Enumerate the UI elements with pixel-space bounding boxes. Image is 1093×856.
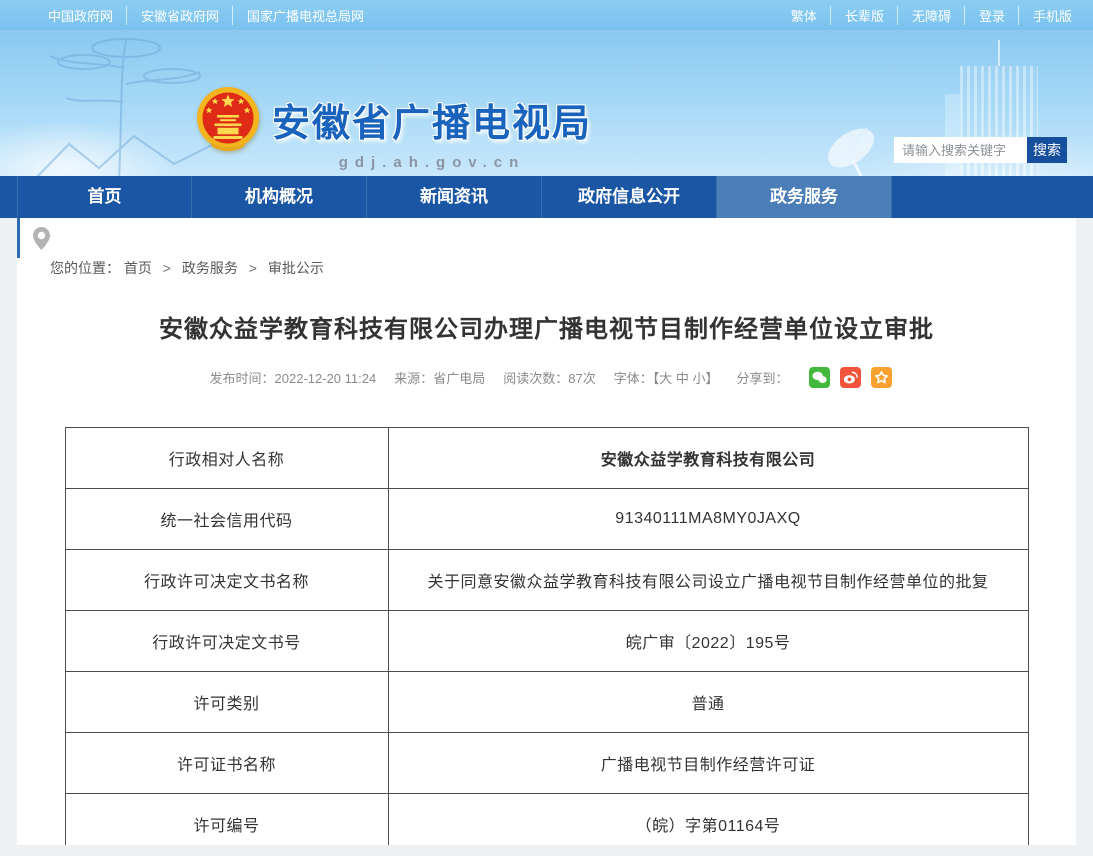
satellite-dish-art xyxy=(819,122,893,176)
row-label: 许可编号 xyxy=(65,794,388,846)
link-mobile-version[interactable]: 手机版 xyxy=(1018,6,1072,25)
site-title: 安徽省广播电视局 xyxy=(272,92,592,147)
table-row: 行政许可决定文书号 皖广审〔2022〕195号 xyxy=(65,611,1028,672)
breadcrumb-services[interactable]: 政务服务 xyxy=(182,260,238,276)
star-share-icon[interactable] xyxy=(871,367,892,388)
row-label: 统一社会信用代码 xyxy=(65,489,388,550)
share-icons xyxy=(799,367,892,388)
link-china-gov[interactable]: 中国政府网 xyxy=(48,6,113,25)
national-emblem-logo xyxy=(196,86,260,156)
left-accent-bar xyxy=(17,218,20,258)
view-count: 阅读次数：87次 xyxy=(503,368,595,387)
row-label: 许可证书名称 xyxy=(65,733,388,794)
link-accessibility[interactable]: 无障碍 xyxy=(897,6,951,25)
content-card: 您的位置： 首页 > 政务服务 > 审批公示 安徽众益学教育科技有限公司办理广播… xyxy=(17,218,1076,845)
weibo-share-icon[interactable] xyxy=(840,367,861,388)
font-size-options[interactable]: 【大 中 小】 xyxy=(653,371,719,386)
table-row: 统一社会信用代码 91340111MA8MY0JAXQ xyxy=(65,489,1028,550)
row-label: 许可类别 xyxy=(65,672,388,733)
row-value: 91340111MA8MY0JAXQ xyxy=(388,489,1028,550)
nav-item-news[interactable]: 新闻资讯 xyxy=(367,176,542,218)
source: 来源：省广电局 xyxy=(394,368,485,387)
publish-time: 发布时间：2022-12-20 11:24 xyxy=(210,368,377,387)
main-nav: 首页 机构概况 新闻资讯 政府信息公开 政务服务 xyxy=(0,176,1093,218)
row-value: 安徽众益学教育科技有限公司 xyxy=(388,428,1028,489)
row-label: 行政许可决定文书号 xyxy=(65,611,388,672)
row-value: 广播电视节目制作经营许可证 xyxy=(388,733,1028,794)
topbar-left-links: 中国政府网 安徽省政府网 国家广播电视总局网 xyxy=(48,6,364,25)
search-button[interactable]: 搜索 xyxy=(1027,137,1067,163)
nav-item-home[interactable]: 首页 xyxy=(17,176,192,218)
table-row: 行政许可决定文书名称 关于同意安徽众益学教育科技有限公司设立广播电视节目制作经营… xyxy=(65,550,1028,611)
link-nrta[interactable]: 国家广播电视总局网 xyxy=(232,6,364,25)
link-elder-version[interactable]: 长辈版 xyxy=(830,6,884,25)
row-value: 普通 xyxy=(388,672,1028,733)
font-size-control: 字体：【大 中 小】 xyxy=(614,368,719,387)
link-anhui-gov[interactable]: 安徽省政府网 xyxy=(126,6,219,25)
breadcrumb-separator: > xyxy=(249,260,257,276)
article-title: 安徽众益学教育科技有限公司办理广播电视节目制作经营单位设立审批 xyxy=(77,309,1016,344)
row-value: 关于同意安徽众益学教育科技有限公司设立广播电视节目制作经营单位的批复 xyxy=(388,550,1028,611)
table-row: 许可证书名称 广播电视节目制作经营许可证 xyxy=(65,733,1028,794)
topbar-right-links: 繁体 长辈版 无障碍 登录 手机版 xyxy=(791,6,1072,25)
nav-item-overview[interactable]: 机构概况 xyxy=(192,176,367,218)
site-identity: 安徽省广播电视局 gdj.ah.gov.cn xyxy=(272,92,592,171)
table-row: 许可编号 （皖）字第01164号 xyxy=(65,794,1028,846)
nav-item-services[interactable]: 政务服务 xyxy=(717,176,892,218)
breadcrumb-separator: > xyxy=(163,260,171,276)
link-traditional-chinese[interactable]: 繁体 xyxy=(791,6,817,25)
breadcrumb-approval-publicity[interactable]: 审批公示 xyxy=(268,260,324,276)
font-size-label: 字体： xyxy=(614,371,653,386)
breadcrumb-prefix: 您的位置： xyxy=(50,260,120,276)
row-label: 行政许可决定文书名称 xyxy=(65,550,388,611)
nav-item-gov-info[interactable]: 政府信息公开 xyxy=(542,176,717,218)
header-banner: 安徽省广播电视局 gdj.ah.gov.cn 搜索 xyxy=(0,30,1093,176)
approval-info-table: 行政相对人名称 安徽众益学教育科技有限公司 统一社会信用代码 91340111M… xyxy=(65,427,1029,845)
search-input[interactable] xyxy=(894,137,1027,163)
site-url: gdj.ah.gov.cn xyxy=(272,154,592,171)
location-pin-icon xyxy=(32,226,51,251)
row-value: （皖）字第01164号 xyxy=(388,794,1028,846)
breadcrumb: 您的位置： 首页 > 政务服务 > 审批公示 xyxy=(17,218,1076,278)
link-login[interactable]: 登录 xyxy=(964,6,1005,25)
share-label: 分享到： xyxy=(736,368,788,387)
row-value: 皖广审〔2022〕195号 xyxy=(388,611,1028,672)
search-box: 搜索 xyxy=(894,137,1067,163)
table-row: 行政相对人名称 安徽众益学教育科技有限公司 xyxy=(65,428,1028,489)
breadcrumb-home[interactable]: 首页 xyxy=(124,260,152,276)
top-utility-bar: 中国政府网 安徽省政府网 国家广播电视总局网 繁体 长辈版 无障碍 登录 手机版 xyxy=(0,0,1093,30)
article-meta: 发布时间：2022-12-20 11:24 来源：省广电局 阅读次数：87次 字… xyxy=(17,367,1076,388)
wechat-share-icon[interactable] xyxy=(809,367,830,388)
row-label: 行政相对人名称 xyxy=(65,428,388,489)
table-row: 许可类别 普通 xyxy=(65,672,1028,733)
